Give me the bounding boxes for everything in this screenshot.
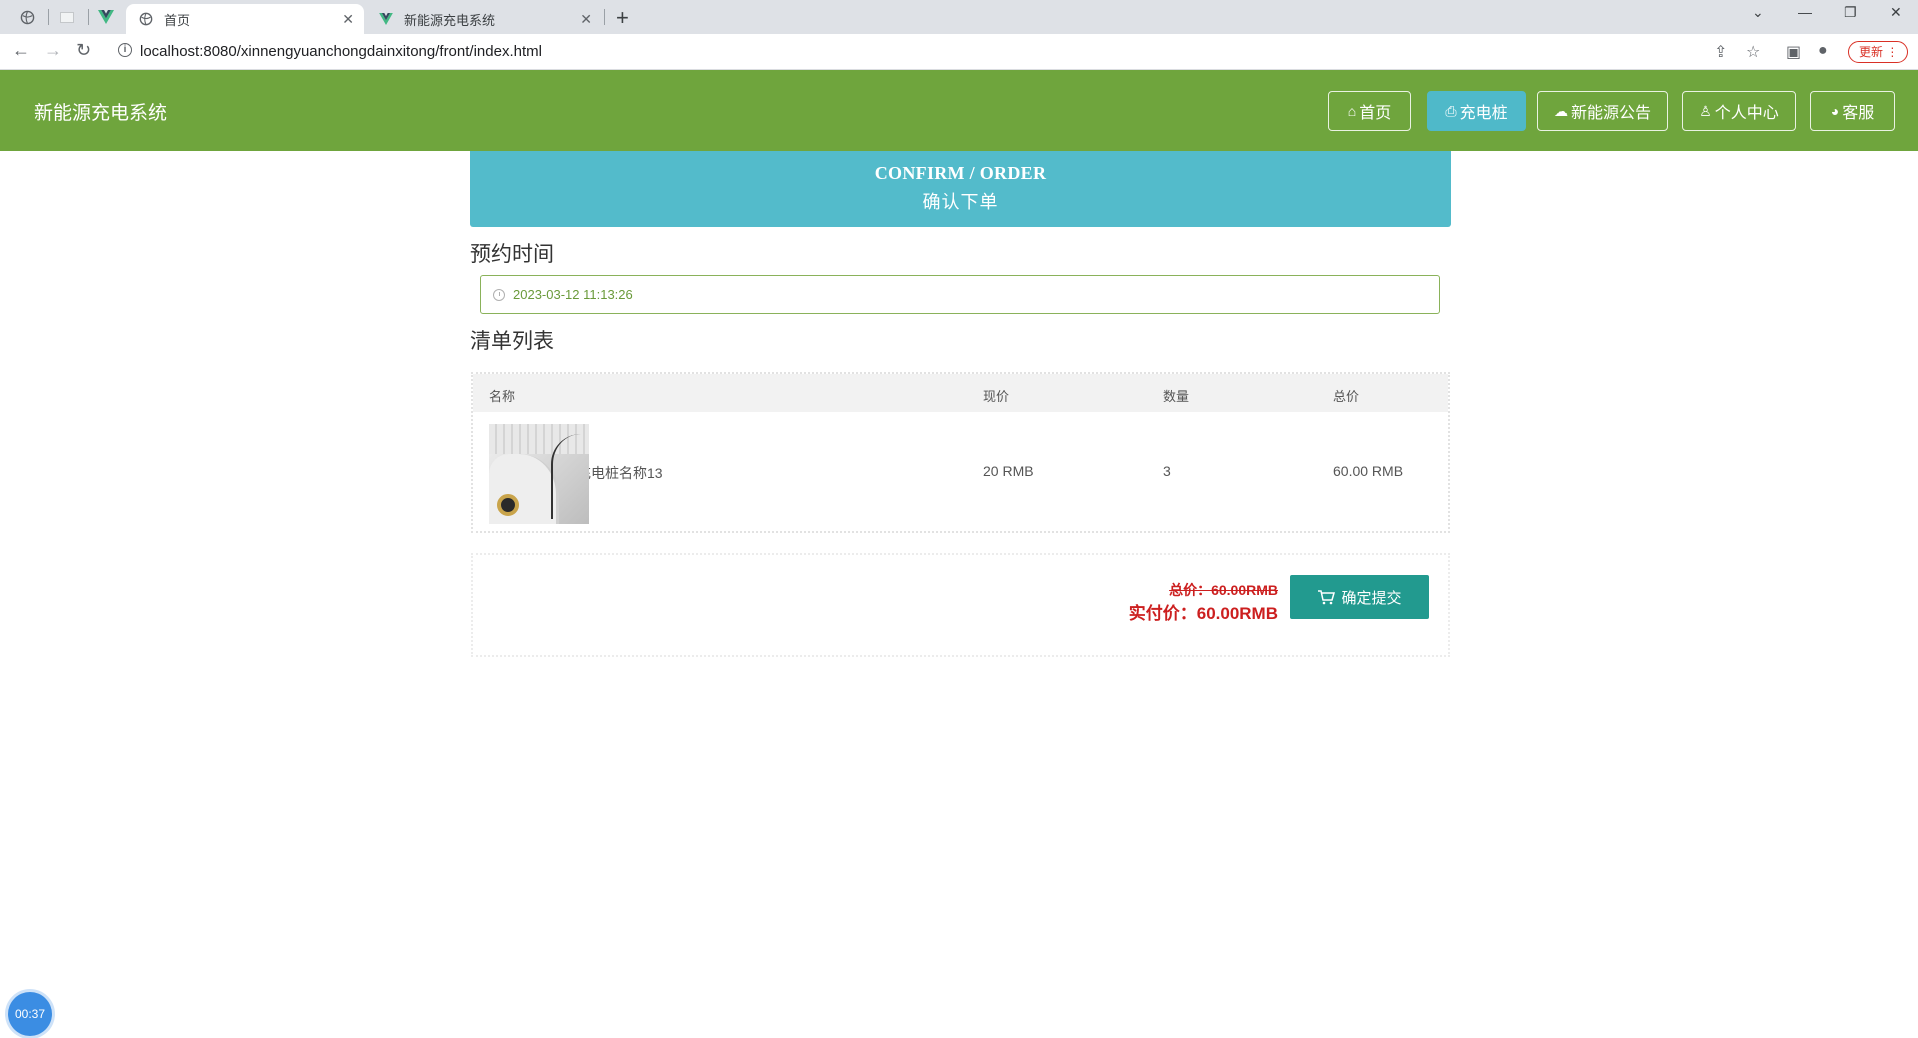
col-header-qty: 数量: [1163, 389, 1190, 404]
cart-icon: [1318, 590, 1336, 605]
vue-icon: [98, 10, 114, 24]
col-header-name: 名称: [489, 389, 516, 404]
actual-price: 实付价：60.00RMB: [1128, 604, 1278, 623]
product-image: [489, 424, 589, 524]
table-row: 充电桩名称13 20 RMB 3 60.00 RMB: [473, 412, 1448, 531]
pinned-tab-globe[interactable]: [12, 6, 42, 28]
nav-label: 充电桩: [1459, 105, 1508, 122]
nav-label: 新能源公告: [1570, 105, 1651, 122]
close-tab-icon[interactable]: ✕: [580, 11, 592, 28]
confirm-order-banner: CONFIRM / ORDER 确认下单: [470, 151, 1451, 227]
home-icon: ⌂: [1347, 103, 1357, 119]
update-button[interactable]: 更新 ⋮: [1848, 41, 1908, 63]
clock-icon: [493, 288, 505, 301]
nav-label: 客服: [1842, 105, 1875, 122]
globe-icon: [20, 10, 34, 24]
order-list-table: 名称 现价 数量 总价 充电桩名称13 20 RMB 3 60.00 RMB: [471, 372, 1450, 533]
tab-system[interactable]: 新能源充电系统 ✕: [366, 4, 602, 34]
side-panel-icon[interactable]: ▣: [1786, 42, 1801, 62]
item-total: 60.00 RMB: [1333, 463, 1404, 479]
item-qty: 3: [1163, 463, 1171, 479]
printer-icon: ⎙: [1445, 102, 1457, 119]
nav-customer-service[interactable]: ◕ 客服: [1810, 91, 1895, 131]
url-field[interactable]: localhost:8080/xinnengyuanchongdainxiton…: [140, 43, 542, 60]
nav-label: 个人中心: [1714, 105, 1779, 122]
restore-button[interactable]: ❐: [1844, 4, 1857, 21]
item-price: 20 RMB: [983, 463, 1034, 479]
nav-label: 首页: [1359, 105, 1392, 122]
bookmark-star-icon[interactable]: ☆: [1746, 42, 1760, 62]
banner-title-zh: 确认下单: [922, 192, 999, 212]
submit-order-button[interactable]: 确定提交: [1290, 575, 1429, 619]
site-title[interactable]: 新能源充电系统: [34, 98, 167, 125]
banner-title-en: CONFIRM / ORDER: [874, 163, 1047, 183]
profile-icon[interactable]: ●: [1818, 42, 1828, 60]
submit-label: 确定提交: [1341, 589, 1402, 607]
col-header-price: 现价: [983, 389, 1010, 404]
close-window-button[interactable]: ✕: [1890, 4, 1902, 21]
tab-separator: [88, 9, 89, 25]
user-icon: ♙: [1699, 102, 1712, 119]
nav-announcement[interactable]: ☁ 新能源公告: [1537, 91, 1668, 131]
reservation-time-input[interactable]: 2023-03-12 11:13:26: [480, 275, 1440, 314]
cloud-icon: ☁: [1553, 102, 1568, 119]
item-name: 充电桩名称13: [577, 465, 663, 481]
pinned-tab-vue[interactable]: [91, 6, 121, 28]
address-bar: ← → ↻ i localhost:8080/xinnengyuanchongd…: [0, 34, 1918, 70]
pinned-tab-blank[interactable]: [52, 6, 82, 28]
close-tab-icon[interactable]: ✕: [342, 11, 354, 28]
tab-separator: [604, 9, 605, 25]
new-tab-button[interactable]: +: [616, 5, 629, 31]
total-price: 总价：60.00RMB: [1169, 582, 1278, 598]
update-label: 更新: [1859, 45, 1884, 59]
tab-home[interactable]: 首页 ✕: [126, 4, 364, 34]
globe-icon: [138, 11, 154, 27]
table-header: 名称 现价 数量 总价: [473, 374, 1448, 412]
back-arrow-icon[interactable]: ←: [12, 40, 30, 61]
vue-icon: [378, 11, 394, 27]
reservation-title: 预约时间: [470, 243, 554, 266]
nav-personal-center[interactable]: ♙ 个人中心: [1682, 91, 1796, 131]
tab-label: 新能源充电系统: [404, 12, 496, 28]
tab-search-icon[interactable]: ⌄: [1752, 4, 1764, 21]
site-header: 新能源充电系统 ⌂ 首页 ⎙ 充电桩 ☁ 新能源公告 ♙ 个人中心 ◕ 客服: [0, 70, 1918, 151]
minimize-button[interactable]: —: [1798, 4, 1812, 20]
nav-charging-pile[interactable]: ⎙ 充电桩: [1427, 91, 1526, 131]
tab-label: 首页: [164, 12, 191, 28]
blank-page-icon: [60, 11, 74, 23]
reservation-time-value: 2023-03-12 11:13:26: [513, 287, 633, 302]
col-header-total: 总价: [1333, 389, 1360, 404]
recording-timer-badge[interactable]: 00:37: [8, 992, 52, 1036]
order-list-title: 清单列表: [470, 330, 554, 353]
forward-arrow-icon[interactable]: →: [44, 40, 62, 61]
order-summary: 总价：60.00RMB 实付价：60.00RMB 确定提交: [471, 553, 1450, 657]
chat-icon: ◕: [1830, 103, 1840, 119]
share-icon[interactable]: ⇪: [1714, 42, 1727, 62]
tab-separator: [48, 9, 49, 25]
site-info-icon[interactable]: i: [118, 43, 132, 57]
reload-icon[interactable]: ↻: [76, 40, 91, 61]
nav-home[interactable]: ⌂ 首页: [1328, 91, 1411, 131]
browser-tab-bar: 首页 ✕ 新能源充电系统 ✕ + ⌄ — ❐ ✕: [0, 0, 1918, 34]
